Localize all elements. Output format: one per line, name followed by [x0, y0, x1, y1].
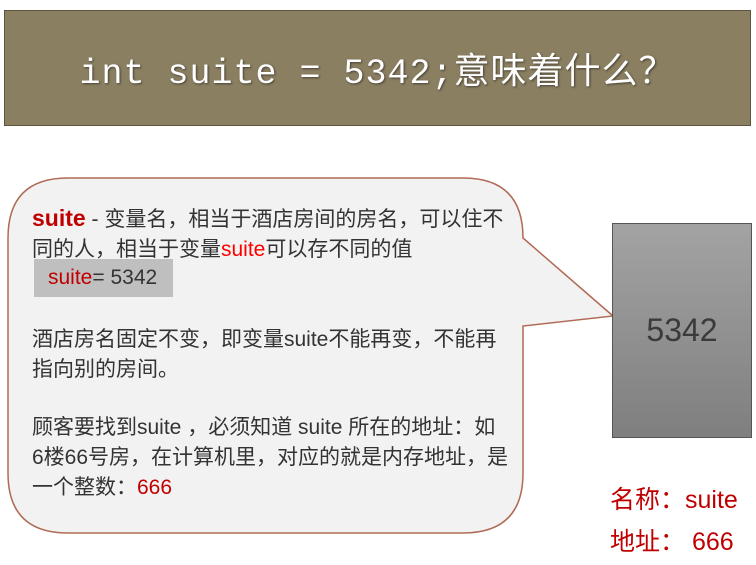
callout-paragraph-immutable-name: 酒店房名固定不变，即变量suite不能再变，不能再指向别的房间。	[32, 328, 497, 381]
variable-keyword-inline: suite	[221, 238, 266, 261]
address-value: 666	[137, 476, 173, 499]
memory-cell: 5342	[612, 223, 752, 438]
variable-keyword: suite	[32, 205, 86, 231]
variable-description-b: 可以存不同的值	[265, 238, 413, 261]
memory-cell-value: 5342	[646, 312, 718, 348]
address-description: 顾客要找到suite ，必须知道 suite 所在的地址：如 6楼66号房，在计…	[32, 416, 509, 499]
memory-address-label: 地址： 666	[610, 528, 734, 556]
callout-content: suite - 变量名，相当于酒店房间的房名，可以住不同的人，相当于变量suit…	[32, 203, 512, 503]
callout-paragraph-address: 顾客要找到suite ，必须知道 suite 所在的地址：如 6楼66号房，在计…	[32, 413, 512, 503]
memory-name-label: 名称：suite	[610, 486, 738, 514]
assignment-chip-var: suite	[48, 266, 93, 289]
callout-paragraph-variable-name: suite - 变量名，相当于酒店房间的房名，可以住不同的人，相当于变量suit…	[32, 203, 512, 297]
assignment-chip-value: = 5342	[92, 266, 158, 289]
assignment-chip: suite= 5342	[34, 259, 174, 297]
